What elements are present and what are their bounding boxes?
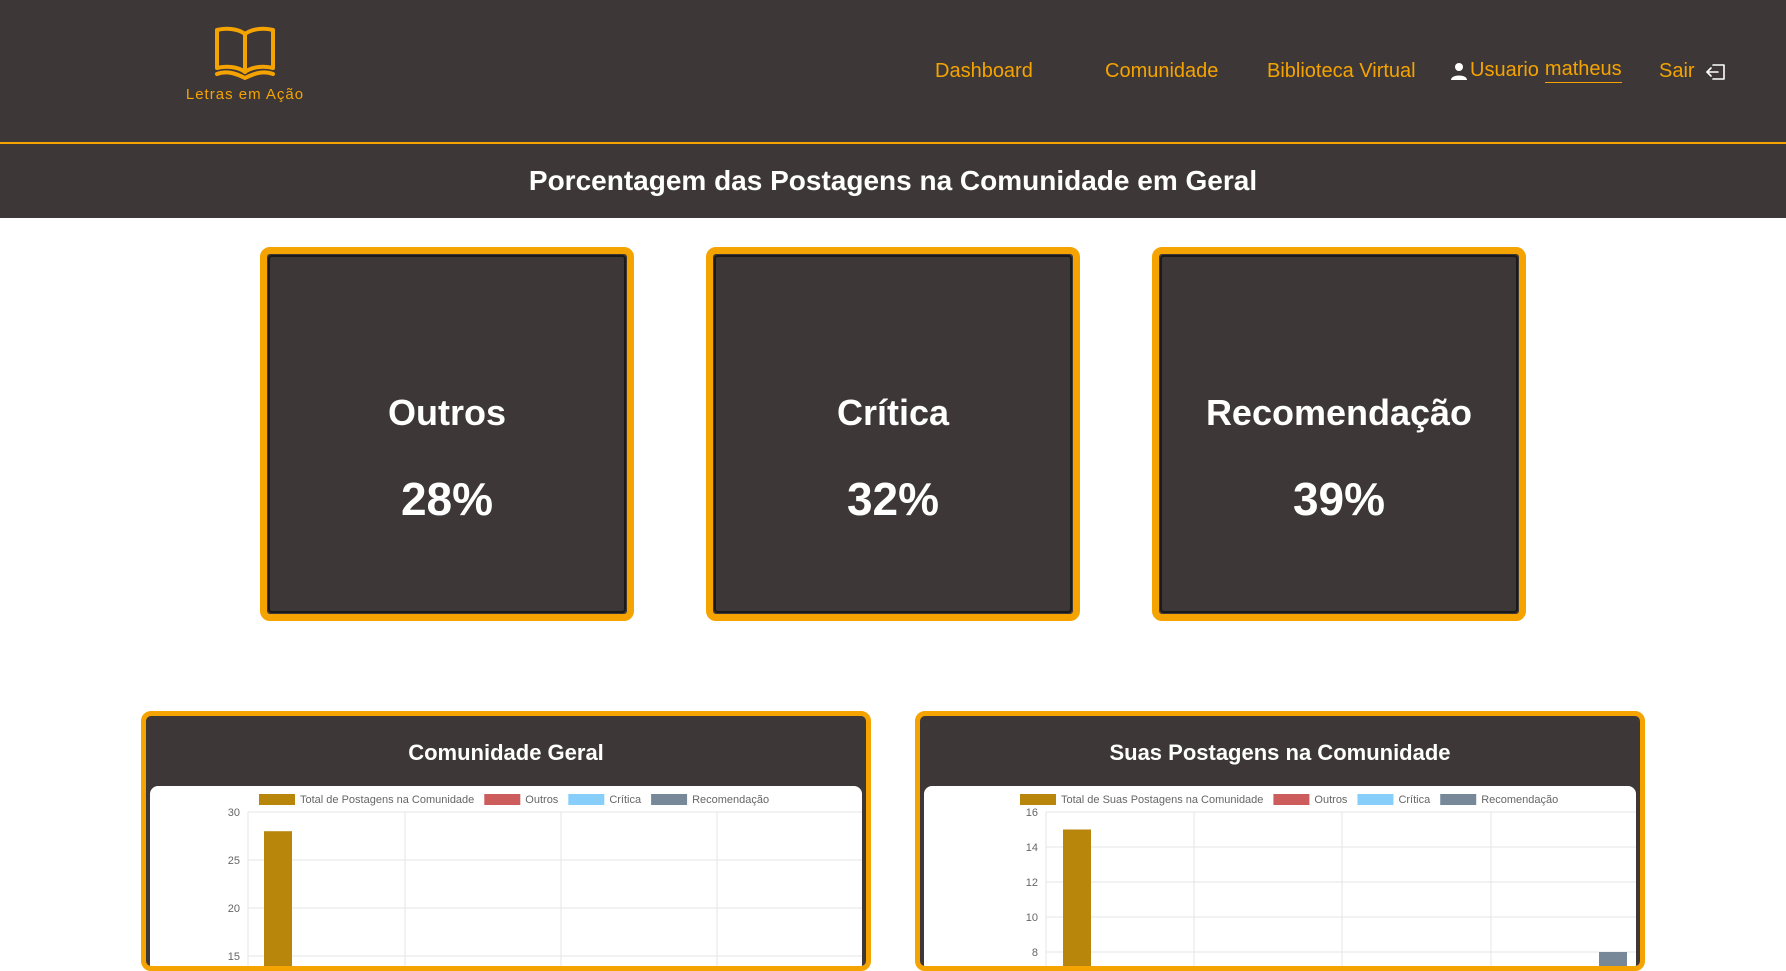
page-title: Porcentagem das Postagens na Comunidade … bbox=[528, 165, 1258, 196]
chart-area: Total de Suas Postagens na Comunidade Out… bbox=[924, 786, 1636, 966]
stat-label: Recomendação bbox=[1205, 392, 1473, 433]
logout-button[interactable]: Sair bbox=[1659, 60, 1727, 83]
y-tick-label: 10 bbox=[1026, 912, 1038, 924]
open-book-icon bbox=[215, 26, 275, 80]
y-tick-label: 30 bbox=[228, 807, 240, 819]
chart-card-suas-postagens: Suas Postagens na Comunidade Total de Su… bbox=[915, 711, 1645, 971]
legend-label[interactable]: Crítica bbox=[1398, 794, 1431, 806]
stat-value: 39% bbox=[1292, 473, 1386, 525]
legend-label[interactable]: Total de Postagens na Comunidade bbox=[300, 794, 474, 806]
legend-label[interactable]: Outros bbox=[525, 794, 559, 806]
logo[interactable]: Letras em Ação bbox=[182, 24, 308, 103]
stat-value: 28% bbox=[400, 473, 494, 525]
stat-value: 32% bbox=[846, 473, 940, 525]
logo-text: Letras em Ação bbox=[185, 86, 305, 103]
logout-label: Sair bbox=[1659, 60, 1695, 82]
stat-card-outros: Outros 28% bbox=[260, 247, 634, 621]
logout-icon bbox=[1705, 63, 1725, 80]
chart-suas-postagens: Total de Suas Postagens na Comunidade Out… bbox=[1020, 794, 1636, 967]
legend-swatch[interactable] bbox=[1357, 794, 1394, 805]
legend-swatch[interactable] bbox=[651, 794, 688, 805]
nav-comunidade[interactable]: Comunidade bbox=[1105, 60, 1218, 83]
legend-swatch[interactable] bbox=[568, 794, 605, 805]
navbar: Letras em Ação Dashboard Comunidade Bibl… bbox=[0, 0, 1786, 144]
y-tick-label: 20 bbox=[228, 903, 240, 915]
bar[interactable] bbox=[264, 831, 292, 966]
legend-label[interactable]: Outros bbox=[1314, 794, 1348, 806]
y-tick-label: 16 bbox=[1026, 807, 1038, 819]
nav-user[interactable]: Usuario matheus bbox=[1450, 58, 1622, 83]
legend-swatch[interactable] bbox=[1440, 794, 1477, 805]
legend-label[interactable]: Recomendação bbox=[692, 794, 769, 806]
stat-card-critica: Crítica 32% bbox=[706, 247, 1080, 621]
chart-area: Total de Postagens na Comunidade Outros Cr… bbox=[150, 786, 862, 966]
user-icon bbox=[1451, 62, 1467, 80]
user-prefix: Usuario bbox=[1470, 59, 1539, 81]
chart-title: Suas Postagens na Comunidade bbox=[1109, 740, 1451, 765]
nav-biblioteca-virtual[interactable]: Biblioteca Virtual bbox=[1267, 60, 1416, 83]
legend-label[interactable]: Total de Suas Postagens na Comunidade bbox=[1061, 794, 1263, 806]
legend-label[interactable]: Recomendação bbox=[1481, 794, 1558, 806]
y-tick-label: 25 bbox=[228, 855, 240, 867]
user-name[interactable]: matheus bbox=[1544, 58, 1622, 83]
stat-label: Outros bbox=[387, 392, 506, 433]
chart-card-comunidade-geral: Comunidade Geral Total de Postagens na C… bbox=[141, 711, 871, 971]
y-tick-label: 8 bbox=[1032, 947, 1038, 959]
chart-title: Comunidade Geral bbox=[408, 740, 604, 765]
bar[interactable] bbox=[1063, 829, 1091, 967]
legend-swatch[interactable] bbox=[484, 794, 521, 805]
page-title-banner: Porcentagem das Postagens na Comunidade … bbox=[0, 144, 1786, 218]
y-tick-label: 12 bbox=[1026, 877, 1038, 889]
nav-dashboard[interactable]: Dashboard bbox=[935, 60, 1033, 83]
legend-swatch[interactable] bbox=[259, 794, 295, 805]
stat-card-recomendacao: Recomendação 39% bbox=[1152, 247, 1526, 621]
legend-label[interactable]: Crítica bbox=[609, 794, 642, 806]
y-tick-label: 14 bbox=[1026, 842, 1038, 854]
legend-swatch[interactable] bbox=[1020, 794, 1056, 805]
chart-comunidade-geral: Total de Postagens na Comunidade Outros Cr… bbox=[228, 794, 862, 966]
legend-swatch[interactable] bbox=[1273, 794, 1310, 805]
stat-label: Crítica bbox=[836, 392, 950, 433]
bar[interactable] bbox=[1599, 952, 1627, 966]
